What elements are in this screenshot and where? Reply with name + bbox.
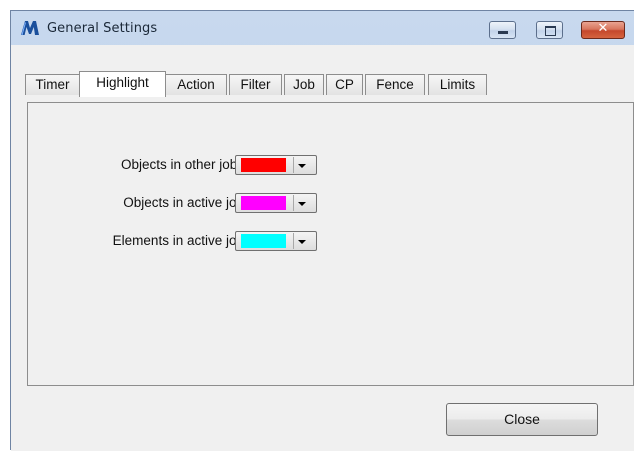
tab-job[interactable]: Job [284,74,324,95]
minimize-icon [498,31,508,34]
close-icon: ✕ [597,21,609,36]
microstation-m-icon [21,21,39,36]
objects-active-job-label: Objects in active job [123,195,244,210]
maximize-icon [545,26,556,36]
color-swatch [241,158,286,172]
highlight-tab-panel: Objects in other jobs Objects in active … [27,102,634,386]
tab-fence[interactable]: Fence [365,74,425,95]
close-window-button[interactable]: ✕ [581,21,625,39]
tab-filter[interactable]: Filter [229,74,282,95]
tab-highlight[interactable]: Highlight [79,71,166,97]
tab-timer[interactable]: Timer [25,74,80,95]
title-bar[interactable]: General Settings ✕ [11,11,634,45]
combo-divider [293,233,294,249]
tab-cp[interactable]: CP [326,74,363,95]
close-button[interactable]: Close [446,403,598,436]
elements-active-job-color-select[interactable] [235,231,317,251]
highlight-row-active-job-objects: Objects in active job [28,193,634,213]
maximize-button[interactable] [536,21,563,39]
chevron-down-icon [298,240,306,244]
dialog-client-area: Timer Highlight Action Filter Job CP Fen… [11,45,634,451]
chevron-down-icon [298,164,306,168]
objects-other-jobs-label: Objects in other jobs [120,157,244,172]
objects-active-job-color-select[interactable] [235,193,317,213]
color-swatch [241,196,286,210]
highlight-row-active-job-elements: Elements in active job [28,231,634,251]
tab-limits[interactable]: Limits [428,74,487,95]
color-swatch [241,234,286,248]
combo-divider [293,157,294,173]
window-title: General Settings [47,21,158,36]
highlight-row-other-jobs: Objects in other jobs [28,155,634,175]
combo-divider [293,195,294,211]
elements-active-job-label: Elements in active job [112,233,244,248]
minimize-button[interactable] [489,21,516,39]
objects-other-jobs-color-select[interactable] [235,155,317,175]
general-settings-window: General Settings ✕ Timer Highlight Actio… [10,10,634,451]
chevron-down-icon [298,202,306,206]
tab-action[interactable]: Action [165,74,227,95]
